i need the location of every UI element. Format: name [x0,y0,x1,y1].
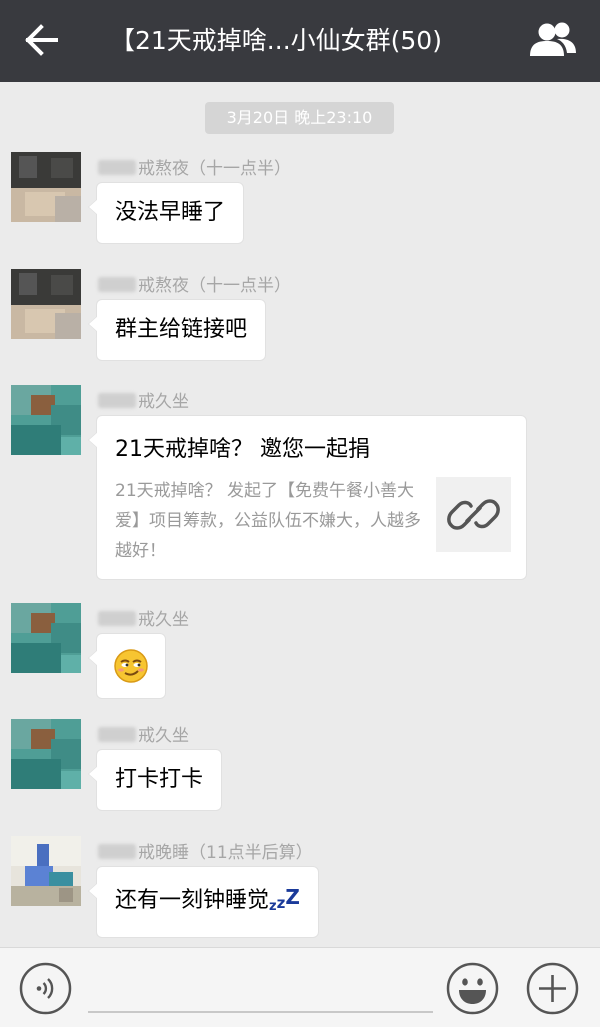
link-card[interactable]: 21天戒掉啥？ 邀您一起捐 21天戒掉啥？ 发起了【免费午餐小善大爱】项目筹款，… [88,415,527,580]
avatar[interactable] [11,152,81,222]
more-actions-button[interactable] [526,962,579,1015]
group-members-icon [530,22,576,56]
link-card-description: 21天戒掉啥？ 发起了【免费午餐小善大爱】项目筹款，公益队伍不嫌大，人越多越好！ [115,481,421,561]
plus-icon [526,962,579,1015]
avatar[interactable] [11,836,81,906]
avatar[interactable] [11,719,81,789]
message-bubble[interactable]: 没法早睡了 [87,182,245,244]
voice-input-button[interactable] [19,962,72,1015]
message-bubble[interactable]: 群主给链接吧 [87,299,267,361]
chat-message-list[interactable]: 3月20日 晚上23:10 戒熬夜（十一点半） 没法早睡了 戒熬夜（十一点半） … [0,82,600,947]
chat-title: 【21天戒掉啥...小仙女群(50) [110,26,442,55]
emoji-button[interactable] [446,962,499,1015]
message-bubble[interactable] [88,633,166,699]
voice-icon [19,962,72,1015]
message-bubble[interactable]: 打卡打卡 [87,749,223,811]
link-card-thumbnail [436,477,511,552]
chat-input-bar [0,947,600,1027]
sender-name: 戒熬夜（十一点半） [98,271,291,296]
sender-name: 戒久坐 [98,605,189,630]
avatar[interactable] [11,269,81,339]
message-timestamp: 3月20日 晚上23:10 [205,102,394,134]
sender-name: 戒久坐 [98,721,189,746]
sender-name: 戒熬夜（十一点半） [98,154,291,179]
group-members-button[interactable] [527,20,579,62]
arrow-left-icon [25,24,58,56]
link-card-title: 21天戒掉啥？ 邀您一起捐 [115,437,370,462]
emoji-icon [446,962,499,1015]
sleeping-zzz-icon: zzZ [269,885,300,914]
link-icon [447,499,500,530]
back-button[interactable] [22,20,62,60]
smirk-emoji-icon [114,649,148,683]
sender-name: 戒久坐 [98,387,189,412]
message-input[interactable] [88,1011,433,1013]
message-bubble[interactable]: 还有一刻钟睡觉zzZ [88,866,319,938]
message-text: 还有一刻钟睡觉 [115,888,270,913]
avatar[interactable] [11,603,81,673]
sender-name: 戒晚睡（11点半后算） [98,838,313,863]
chat-header: 【21天戒掉啥...小仙女群(50) [0,0,600,82]
avatar[interactable] [11,385,81,455]
